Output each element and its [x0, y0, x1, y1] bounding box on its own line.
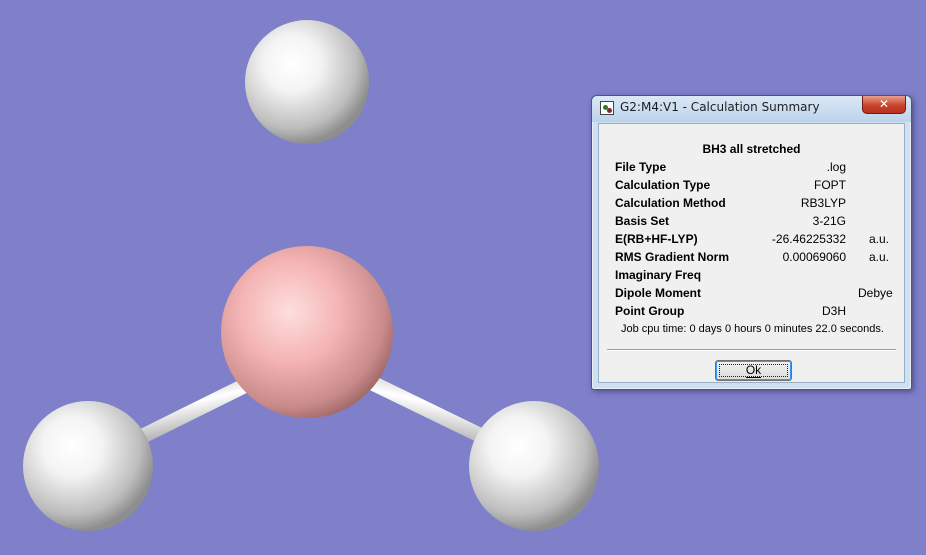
- summary-row-imaginary-freq: Imaginary Freq: [599, 268, 905, 286]
- gaussview-app-icon: [600, 101, 614, 115]
- hydrogen-atom-top[interactable]: [245, 20, 369, 144]
- summary-row-dipole-moment: Dipole Moment Debye: [599, 286, 905, 304]
- summary-label: Dipole Moment: [615, 286, 701, 300]
- summary-value: -26.46225332: [771, 232, 846, 246]
- summary-unit: a.u.: [869, 250, 890, 264]
- job-cpu-time: Job cpu time: 0 days 0 hours 0 minutes 2…: [621, 323, 884, 335]
- close-icon: ✕: [878, 97, 890, 111]
- summary-row-energy: E(RB+HF-LYP) -26.46225332 a.u.: [599, 232, 905, 250]
- summary-value: 3-21G: [812, 214, 846, 228]
- hydrogen-atom-left[interactable]: [23, 401, 153, 531]
- summary-value: 0.00069060: [782, 250, 846, 264]
- close-button[interactable]: ✕: [862, 96, 906, 114]
- summary-label: Calculation Method: [615, 196, 726, 210]
- summary-value: .log: [826, 160, 846, 174]
- summary-label: File Type: [615, 160, 667, 174]
- ok-button[interactable]: Ok: [715, 360, 792, 381]
- summary-value: RB3LYP: [800, 196, 846, 210]
- dialog-title: G2:M4:V1 - Calculation Summary: [620, 100, 820, 114]
- summary-unit: a.u.: [869, 232, 890, 246]
- summary-row-file-type: File Type .log: [599, 160, 905, 178]
- summary-label: RMS Gradient Norm: [615, 250, 730, 264]
- boron-atom[interactable]: [221, 246, 393, 418]
- calculation-summary-dialog: G2:M4:V1 - Calculation Summary ✕ BH3 all…: [591, 95, 912, 390]
- dialog-client-area: BH3 all stretched File Type .log Calcula…: [598, 123, 905, 383]
- separator: [607, 349, 896, 351]
- summary-row-rms-gradient-norm: RMS Gradient Norm 0.00069060 a.u.: [599, 250, 905, 268]
- summary-heading: BH3 all stretched: [702, 142, 801, 156]
- summary-label: Basis Set: [615, 214, 670, 228]
- summary-value: D3H: [821, 304, 846, 318]
- dialog-titlebar[interactable]: G2:M4:V1 - Calculation Summary ✕: [592, 96, 911, 122]
- summary-row-basis-set: Basis Set 3-21G: [599, 214, 905, 232]
- summary-label: Calculation Type: [615, 178, 711, 192]
- summary-label: Point Group: [615, 304, 685, 318]
- summary-row-point-group: Point Group D3H: [599, 304, 905, 322]
- hydrogen-atom-right[interactable]: [469, 401, 599, 531]
- summary-unit: Debye: [858, 286, 893, 300]
- summary-row-calculation-type: Calculation Type FOPT: [599, 178, 905, 196]
- summary-row-calculation-method: Calculation Method RB3LYP: [599, 196, 905, 214]
- summary-label: E(RB+HF-LYP): [615, 232, 698, 246]
- summary-label: Imaginary Freq: [615, 268, 702, 282]
- summary-value: FOPT: [814, 178, 846, 192]
